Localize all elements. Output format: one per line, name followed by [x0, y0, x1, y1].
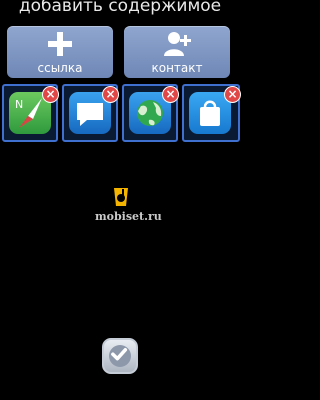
add-contact-button[interactable]: контакт — [124, 26, 230, 78]
remove-shortcut-button[interactable]: × — [224, 86, 241, 103]
add-link-label: ссылка — [37, 61, 83, 75]
confirm-button[interactable] — [102, 338, 138, 374]
add-person-icon — [164, 32, 191, 56]
add-link-button[interactable]: ссылка — [7, 26, 113, 78]
watermark-logo — [114, 188, 128, 206]
plus-icon — [48, 32, 72, 56]
add-contact-label: контакт — [151, 61, 203, 75]
checkmark-icon — [111, 348, 128, 361]
remove-shortcut-button[interactable]: × — [162, 86, 179, 103]
svg-text:N: N — [15, 98, 23, 111]
remove-shortcut-button[interactable]: × — [42, 86, 59, 103]
remove-shortcut-button[interactable]: × — [102, 86, 119, 103]
page-title: добавить содержимое — [18, 0, 222, 16]
shortcut-tile-store[interactable]: × — [182, 84, 241, 142]
shortcut-tile-browser[interactable]: × — [122, 84, 179, 142]
watermark-text: mobiset.ru — [95, 210, 162, 223]
shortcut-tile-messaging[interactable]: × — [62, 84, 119, 142]
shortcut-tile-maps[interactable]: N × — [2, 84, 59, 142]
